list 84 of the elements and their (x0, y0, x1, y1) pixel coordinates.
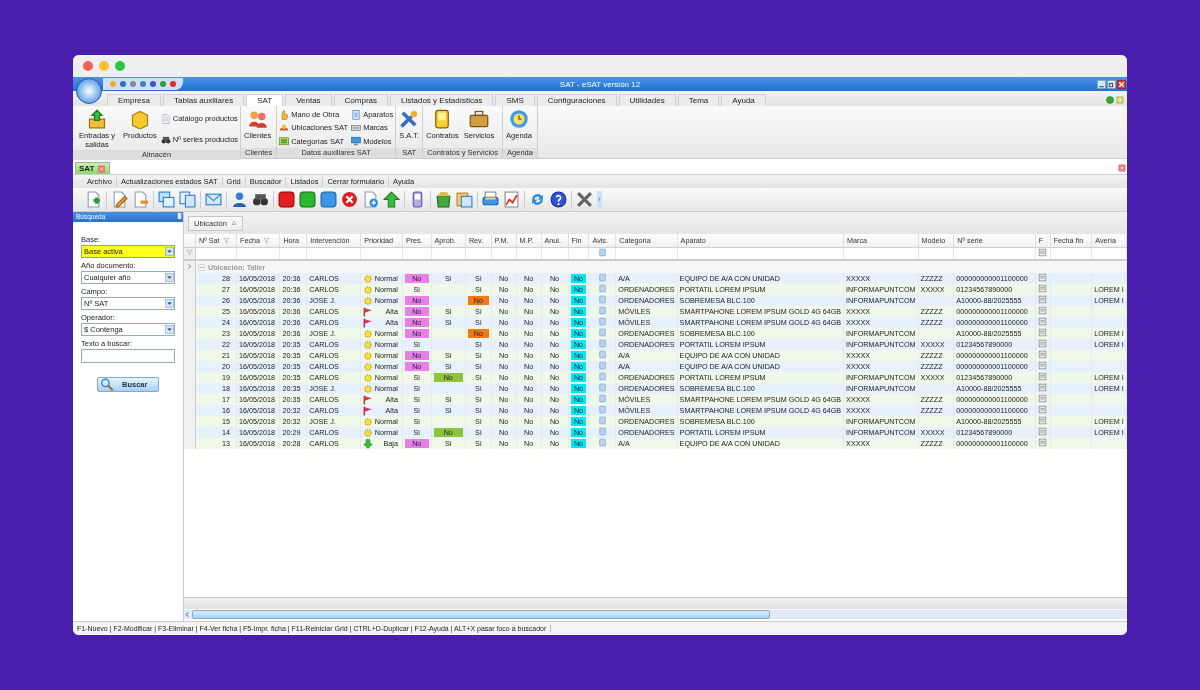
ribbon-tab[interactable]: Listados y Estadísticas (390, 94, 494, 106)
new-document-icon[interactable] (85, 191, 102, 208)
sun-icon (363, 295, 374, 306)
flag-icon (363, 405, 374, 416)
document-icon (597, 248, 607, 257)
ribbon-tab[interactable]: Compras (333, 94, 389, 106)
square-icon[interactable] (320, 191, 337, 208)
ribbon-tab[interactable]: Configuraciones (536, 94, 617, 106)
folder-icon[interactable] (456, 191, 473, 208)
item-icon (160, 134, 171, 145)
sort-icon (230, 220, 237, 226)
ribbon-tab[interactable]: SMS (495, 94, 535, 106)
text-field[interactable] (81, 349, 175, 363)
down-arrow-icon (363, 438, 374, 449)
sun-icon (363, 372, 374, 383)
window-close-button[interactable] (83, 61, 93, 71)
app-menu-button[interactable] (76, 78, 102, 104)
sun-icon (363, 361, 374, 372)
item-icon (351, 123, 362, 133)
ribbon-tab[interactable]: Ayuda (721, 94, 766, 106)
item-icon (351, 109, 362, 120)
tab-label: SAT (79, 164, 95, 173)
printer-icon[interactable] (482, 191, 499, 208)
edit-icon[interactable] (111, 191, 128, 208)
item-icon (160, 113, 171, 124)
item-icon (247, 109, 268, 129)
document-tab[interactable]: SAT (75, 162, 111, 174)
restore-icon[interactable] (1107, 79, 1116, 89)
scrollbar-thumb[interactable] (192, 610, 770, 619)
pin-icon[interactable] (176, 212, 183, 220)
square-icon[interactable] (299, 191, 316, 208)
dropdown-arrow-icon[interactable] (165, 299, 174, 308)
dropdown-arrow-icon[interactable] (165, 247, 174, 256)
sun-icon (363, 328, 374, 339)
item-icon (508, 109, 529, 129)
flag-icon (363, 306, 374, 317)
ribbon-tab[interactable]: Utilidades (618, 94, 676, 106)
dropdown-arrow-icon[interactable] (165, 273, 174, 282)
scroll-left-icon[interactable] (184, 611, 191, 618)
item-icon (351, 136, 362, 147)
user-icon[interactable] (231, 191, 248, 208)
flag-icon (363, 317, 374, 328)
item-icon (129, 109, 150, 129)
sun-icon (363, 284, 374, 295)
copy-icon[interactable] (179, 191, 196, 208)
close-icon[interactable] (1117, 79, 1126, 89)
sun-icon (363, 416, 374, 427)
item-icon (279, 109, 290, 120)
flag-icon (363, 394, 374, 405)
dropdown-arrow-icon[interactable] (165, 325, 174, 334)
ribbon-tab[interactable]: Tablas auxiliares (163, 94, 245, 106)
item-icon (468, 109, 489, 129)
item-icon (399, 109, 420, 129)
box-icon[interactable] (435, 191, 452, 208)
binoculars-icon[interactable] (252, 191, 269, 208)
square-icon[interactable] (278, 191, 295, 208)
cancel-icon[interactable] (341, 191, 358, 208)
ribbon-tab[interactable]: Tema (677, 94, 720, 106)
window-zoom-button[interactable] (115, 61, 125, 71)
window-title: SAT - eSAT versión 12 (559, 79, 641, 89)
help-icon[interactable] (550, 191, 567, 208)
collapse-icon[interactable] (198, 263, 205, 271)
windows-icon[interactable] (158, 191, 175, 208)
sun-icon (363, 427, 374, 438)
sun-icon (363, 339, 374, 350)
up-arrow-icon[interactable] (383, 191, 400, 208)
item-icon (279, 136, 290, 147)
note-icon (1038, 248, 1048, 257)
ribbon-tab[interactable]: SAT (246, 94, 284, 106)
sun-icon (363, 350, 374, 361)
add-document-icon[interactable] (362, 191, 379, 208)
item-icon (279, 123, 290, 133)
search-icon (100, 378, 114, 391)
chart-icon[interactable] (503, 191, 520, 208)
close-icon[interactable] (576, 191, 593, 208)
status-icon (1106, 96, 1114, 104)
sun-icon (363, 273, 374, 284)
item-icon (87, 109, 107, 129)
remove-document-icon[interactable] (132, 191, 149, 208)
ribbon-tab[interactable]: Empresa (107, 94, 161, 106)
minimize-icon[interactable] (1097, 79, 1106, 89)
envelope-icon[interactable] (205, 191, 222, 208)
ribbon-tab[interactable]: Ventas (285, 94, 332, 106)
sun-icon (363, 383, 374, 394)
